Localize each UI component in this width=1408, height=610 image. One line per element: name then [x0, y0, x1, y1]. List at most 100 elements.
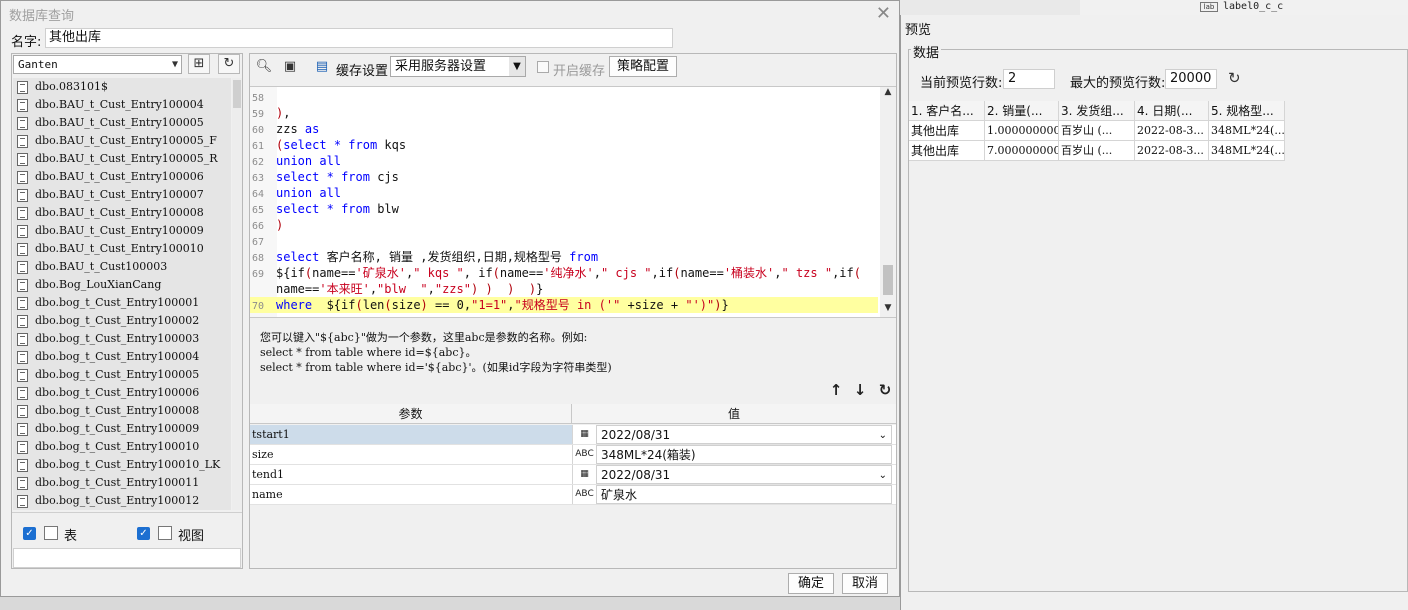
table-list[interactable]: dbo.083101$ dbo.BAU_t_Cust_Entry100004 dbo…	[13, 78, 231, 510]
preview-column-header[interactable]: 1. 客户名...	[909, 101, 985, 121]
code-line[interactable]: 59),	[250, 105, 878, 121]
code-line[interactable]: 64 union all	[250, 185, 878, 201]
calendar-icon[interactable]: ▦	[572, 425, 596, 444]
chevron-down-icon[interactable]: ⌄	[879, 426, 887, 445]
code-line[interactable]: 61 (select * from kqs	[250, 137, 878, 153]
preview-column-header[interactable]: 4. 日期(...	[1135, 101, 1209, 121]
sql-editor[interactable]: ▲ ▼ 58 59), 60 zzs as 61 (select * from kqs 62…	[250, 86, 896, 318]
preview-cell[interactable]: 2022-08-3...	[1135, 121, 1209, 141]
code-line[interactable]: 60 zzs as	[250, 121, 878, 137]
code-line[interactable]: 63 select * from cjs	[250, 169, 878, 185]
scroll-down-icon[interactable]: ▼	[880, 303, 896, 317]
code-line[interactable]: 70 where ${if(len(size) == 0,"1=1","规格型号 …	[250, 297, 878, 313]
code-line[interactable]: name=='本来旺',"blw ","zzs") ) ) )}	[250, 281, 878, 297]
text-type-icon[interactable]: ABC	[572, 445, 596, 464]
table-list-item[interactable]: dbo.bog_t_Cust_Entry100003	[13, 330, 231, 348]
param-row[interactable]: tstart1 ▦ 2022/08/31 ⌄	[250, 425, 896, 445]
current-rows-input[interactable]: 2	[1003, 69, 1055, 89]
param-value-input[interactable]: 2022/08/31 ⌄	[596, 425, 892, 444]
table-list-item[interactable]: dbo.bog_t_Cust_Entry100009	[13, 420, 231, 438]
preview-cell[interactable]: 其他出库	[909, 141, 985, 161]
code-line[interactable]: 58	[250, 89, 878, 105]
code-line[interactable]: 68 select 客户名称, 销量 ,发货组织,日期,规格型号 from	[250, 249, 878, 265]
preview-column-header[interactable]: 2. 销量(...	[985, 101, 1059, 121]
show-views-checkbox[interactable]: ✓	[137, 527, 150, 540]
table-list-item[interactable]: dbo.bog_t_Cust_Entry100002	[13, 312, 231, 330]
code-line[interactable]: 67	[250, 233, 878, 249]
chevron-down-icon[interactable]: ⌄	[879, 466, 887, 485]
move-up-icon[interactable]: ↑	[828, 381, 844, 399]
move-down-icon[interactable]: ↓	[852, 381, 868, 399]
table-list-item[interactable]: dbo.bog_t_Cust_Entry100006	[13, 384, 231, 402]
preview-cell[interactable]: 2022-08-3...	[1135, 141, 1209, 161]
table-name: dbo.083101$	[35, 80, 108, 93]
table-list-item[interactable]: dbo.BAU_t_Cust_Entry100005_F	[13, 132, 231, 150]
table-list-item[interactable]: dbo.Bog_LouXianCang	[13, 276, 231, 294]
preview-cell[interactable]: 348ML*24(...	[1209, 121, 1285, 141]
refresh-tables-button[interactable]: ↻	[218, 54, 240, 74]
code-line[interactable]: 62 union all	[250, 153, 878, 169]
preview-cell[interactable]: 7.0000000000	[985, 141, 1059, 161]
preview-cell[interactable]: 348ML*24(...	[1209, 141, 1285, 161]
name-input[interactable]: 其他出库	[45, 28, 673, 48]
param-row[interactable]: tend1 ▦ 2022/08/31 ⌄	[250, 465, 896, 485]
table-icon	[17, 477, 28, 490]
param-value-input[interactable]: 348ML*24(箱装)	[596, 445, 892, 464]
refresh-params-icon[interactable]: ↻	[877, 381, 893, 399]
param-row[interactable]: size ABC 348ML*24(箱装)	[250, 445, 896, 465]
table-list-item[interactable]: dbo.bog_t_Cust_Entry100005	[13, 366, 231, 384]
scrollbar-thumb[interactable]	[233, 80, 241, 108]
max-rows-input[interactable]: 20000	[1165, 69, 1217, 89]
table-list-item[interactable]: dbo.bog_t_Cust_Entry100001	[13, 294, 231, 312]
table-list-item[interactable]: dbo.BAU_t_Cust_Entry100006	[13, 168, 231, 186]
enable-cache-checkbox[interactable]	[537, 61, 549, 73]
database-select[interactable]: Ganten ▼	[13, 55, 182, 74]
editor-scrollbar[interactable]: ▲ ▼	[880, 87, 896, 317]
table-list-item[interactable]: dbo.BAU_t_Cust_Entry100009	[13, 222, 231, 240]
table-list-item[interactable]: dbo.083101$	[13, 78, 231, 96]
code-line[interactable]: 66)	[250, 217, 878, 233]
table-list-item[interactable]: dbo.bog_t_Cust_Entry100012	[13, 492, 231, 510]
table-list-item[interactable]: dbo.BAU_t_Cust_Entry100005	[13, 114, 231, 132]
save-icon[interactable]: ▣	[281, 58, 299, 76]
table-list-item[interactable]: dbo.BAU_t_Cust_Entry100008	[13, 204, 231, 222]
preview-column-header[interactable]: 5. 规格型...	[1209, 101, 1285, 121]
text-type-icon[interactable]: ABC	[572, 485, 596, 504]
table-list-scrollbar[interactable]	[232, 78, 242, 510]
scroll-up-icon[interactable]: ▲	[880, 87, 896, 101]
table-list-item[interactable]: dbo.bog_t_Cust_Entry100010	[13, 438, 231, 456]
table-list-item[interactable]: dbo.bog_t_Cust_Entry100011	[13, 474, 231, 492]
cancel-button[interactable]: 取消	[842, 573, 888, 594]
ok-button[interactable]: 确定	[788, 573, 834, 594]
param-value-input[interactable]: 2022/08/31 ⌄	[596, 465, 892, 484]
preview-cell[interactable]: 百岁山 (...	[1059, 121, 1135, 141]
code-line[interactable]: 65 select * from blw	[250, 201, 878, 217]
policy-config-button[interactable]: 策略配置	[609, 56, 677, 77]
param-value-input[interactable]: 矿泉水	[596, 485, 892, 504]
refresh-preview-icon[interactable]: ↻	[1228, 69, 1241, 87]
table-list-item[interactable]: dbo.BAU_t_Cust100003	[13, 258, 231, 276]
param-value: 2022/08/31	[601, 468, 671, 482]
preview-cell[interactable]: 百岁山 (...	[1059, 141, 1135, 161]
close-icon[interactable]: ✕	[876, 3, 891, 24]
cache-settings-select[interactable]: 采用服务器设置 ▼	[390, 56, 526, 77]
table-list-item[interactable]: dbo.bog_t_Cust_Entry100008	[13, 402, 231, 420]
table-list-item[interactable]: dbo.bog_t_Cust_Entry100010_LK	[13, 456, 231, 474]
table-list-item[interactable]: dbo.BAU_t_Cust_Entry100010	[13, 240, 231, 258]
sql-preview-button[interactable]: ⊞	[188, 54, 210, 74]
preview-column-header[interactable]: 3. 发货组...	[1059, 101, 1135, 121]
table-filter-input[interactable]	[13, 548, 241, 568]
table-list-item[interactable]: dbo.bog_t_Cust_Entry100004	[13, 348, 231, 366]
param-row[interactable]: name ABC 矿泉水	[250, 485, 896, 505]
cache-settings-icon: ▤	[315, 59, 329, 74]
code-line[interactable]: 69 ${if(name=='矿泉水'," kqs ", if(name=='纯净…	[250, 265, 878, 281]
show-tables-checkbox[interactable]: ✓	[23, 527, 36, 540]
preview-sql-icon[interactable]: 🔍︎	[255, 58, 273, 76]
table-list-item[interactable]: dbo.BAU_t_Cust_Entry100005_R	[13, 150, 231, 168]
table-list-item[interactable]: dbo.BAU_t_Cust_Entry100004	[13, 96, 231, 114]
scrollbar-thumb[interactable]	[883, 265, 893, 295]
preview-cell[interactable]: 其他出库	[909, 121, 985, 141]
preview-cell[interactable]: 1.0000000000	[985, 121, 1059, 141]
table-list-item[interactable]: dbo.BAU_t_Cust_Entry100007	[13, 186, 231, 204]
calendar-icon[interactable]: ▦	[572, 465, 596, 484]
